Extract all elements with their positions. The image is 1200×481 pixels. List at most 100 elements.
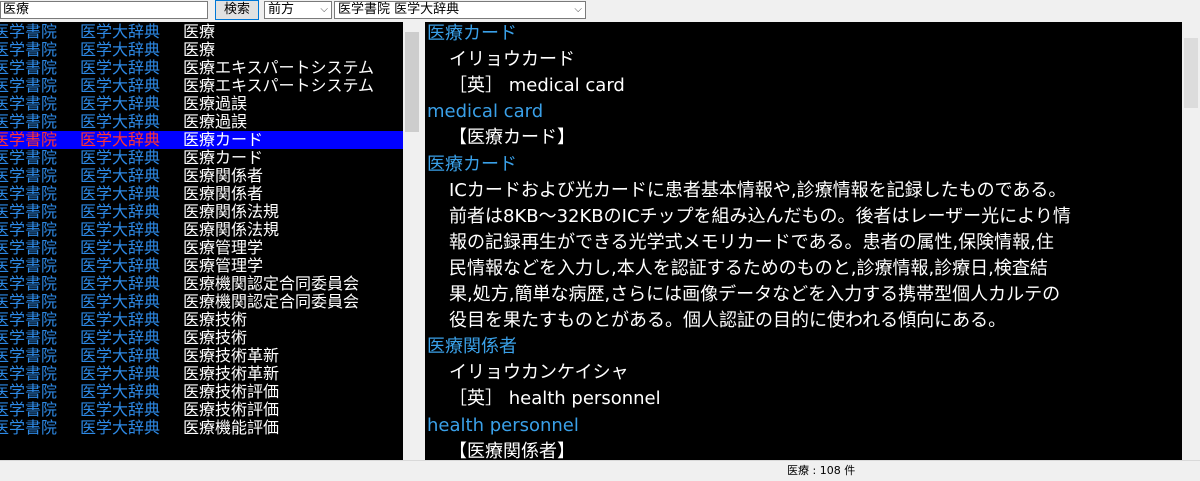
status-bar: 医療 : 108 件	[0, 460, 1200, 481]
dictionary-label: 医学大辞典	[80, 418, 161, 437]
result-count: 医療 : 108 件	[787, 464, 856, 477]
publisher-label: 医学書院	[0, 76, 58, 95]
entry-text: 前者は8KB～32KBのICチップを組み込んだもの。後者はレーザー光により情	[449, 205, 1071, 227]
publisher-label: 医学書院	[0, 238, 58, 257]
list-item[interactable]: 医学書院 医学大辞典 医療過誤	[0, 95, 403, 113]
dictionary-label: 医学大辞典	[80, 40, 161, 59]
term-label: 医療機関認定合同委員会	[183, 274, 360, 293]
publisher-label: 医学書院	[0, 400, 58, 419]
dictionary-label: 医学大辞典	[80, 94, 161, 113]
list-item[interactable]: 医学書院 医学大辞典 医療管理学	[0, 257, 403, 275]
term-label: 医療技術	[183, 310, 248, 329]
list-item[interactable]: 医学書院 医学大辞典 医療カード	[0, 131, 403, 149]
entry-text: 【医療関係者】	[449, 440, 575, 460]
list-item[interactable]: 医学書院 医学大辞典 医療機能評価	[0, 419, 403, 437]
term-label: 医療管理学	[183, 238, 264, 257]
scrollbar-thumb[interactable]	[1184, 38, 1198, 108]
term-label: 医療機関認定合同委員会	[183, 292, 360, 311]
dictionary-label: 医学大辞典	[80, 274, 161, 293]
term-label: 医療エキスパートシステム	[183, 58, 375, 77]
publisher-label: 医学書院	[0, 274, 58, 293]
entry-text: 果,処方,簡単な病歴,さらには画像データなどを入力する携帯型個人カルテの	[449, 284, 1061, 305]
entry-heading: 医療カード	[427, 153, 517, 175]
publisher-label: 医学書院	[0, 382, 58, 401]
publisher-label: 医学書院	[0, 256, 58, 275]
publisher-label: 医学書院	[0, 220, 58, 239]
entry-text: イリョウカンケイシャ	[449, 362, 629, 384]
publisher-label: 医学書院	[0, 310, 58, 329]
entry-text: 民情報などを入力し,本人を認証するためのものと,診療情報,診療日,検査結	[449, 257, 1048, 279]
entry-heading: 医療カード	[427, 23, 517, 44]
term-label: 医療技術評価	[183, 382, 280, 401]
publisher-label: 医学書院	[0, 40, 58, 59]
entry-text: 【医療カード】	[449, 127, 575, 149]
term-label: 医療関係者	[183, 166, 264, 185]
list-item[interactable]: 医学書院 医学大辞典 医療機関認定合同委員会	[0, 293, 403, 311]
match-mode-value: 前方	[268, 2, 295, 17]
match-mode-select[interactable]: 前方 ⌵	[264, 1, 332, 19]
list-item[interactable]: 医学書院 医学大辞典 医療関係法規	[0, 203, 403, 221]
entry-heading: medical card	[427, 101, 544, 123]
dictionary-label: 医学大辞典	[80, 58, 161, 77]
list-item[interactable]: 医学書院 医学大辞典 医療	[0, 23, 403, 41]
search-input[interactable]: 医療	[0, 1, 208, 19]
term-label: 医療管理学	[183, 256, 264, 275]
dictionary-label: 医学大辞典	[80, 310, 161, 329]
entry-scrollbar[interactable]	[1182, 22, 1200, 460]
publisher-label: 医学書院	[0, 364, 58, 383]
list-item[interactable]: 医学書院 医学大辞典 医療カード	[0, 149, 403, 167]
dictionary-label: 医学大辞典	[80, 328, 161, 347]
dictionary-label: 医学大辞典	[80, 400, 161, 419]
entry-text: 報の記録再生ができる光学式メモリカードである。患者の属性,保険情報,住	[449, 231, 1054, 253]
entry-text: 役目を果たすものとがある。個人認証の目的に使われる傾向にある。	[449, 310, 1007, 332]
term-label: 医療過誤	[183, 94, 248, 113]
publisher-label: 医学書院	[0, 148, 58, 167]
chevron-down-icon: ⌵	[320, 4, 328, 15]
term-label: 医療技術革新	[183, 346, 280, 365]
list-item[interactable]: 医学書院 医学大辞典 医療技術	[0, 329, 403, 347]
publisher-label: 医学書院	[0, 184, 58, 203]
term-label: 医療関係者	[183, 184, 264, 203]
list-item[interactable]: 医学書院 医学大辞典 医療過誤	[0, 113, 403, 131]
dictionary-select[interactable]: 医学書院 医学大辞典 ⌵	[334, 1, 586, 19]
list-item[interactable]: 医学書院 医学大辞典 医療技術革新	[0, 365, 403, 383]
dictionary-label: 医学大辞典	[80, 382, 161, 401]
term-label: 医療カード	[183, 130, 264, 149]
dictionary-label: 医学大辞典	[80, 346, 161, 365]
list-item[interactable]: 医学書院 医学大辞典 医療エキスパートシステム	[0, 77, 403, 95]
dictionary-label: 医学大辞典	[80, 238, 161, 257]
term-label: 医療	[183, 40, 216, 59]
list-item[interactable]: 医学書院 医学大辞典 医療機関認定合同委員会	[0, 275, 403, 293]
publisher-label: 医学書院	[0, 202, 58, 221]
dictionary-label: 医学大辞典	[80, 256, 161, 275]
list-item[interactable]: 医学書院 医学大辞典 医療技術評価	[0, 383, 403, 401]
term-label: 医療エキスパートシステム	[183, 76, 375, 95]
dictionary-label: 医学大辞典	[80, 364, 161, 383]
search-button[interactable]: 検索	[215, 0, 259, 20]
dictionary-label: 医学大辞典	[80, 130, 161, 149]
list-item[interactable]: 医学書院 医学大辞典 医療エキスパートシステム	[0, 59, 403, 77]
result-list-scrollbar[interactable]	[403, 22, 421, 460]
dictionary-label: 医学大辞典	[80, 220, 161, 239]
entry-heading: 医療関係者	[427, 336, 517, 358]
publisher-label: 医学書院	[0, 346, 58, 365]
publisher-label: 医学書院	[0, 22, 58, 41]
scrollbar-thumb[interactable]	[405, 32, 419, 132]
publisher-label: 医学書院	[0, 418, 58, 437]
entry-heading: health personnel	[427, 414, 579, 436]
term-label: 医療カード	[183, 148, 264, 167]
dictionary-label: 医学大辞典	[80, 76, 161, 95]
list-item[interactable]: 医学書院 医学大辞典 医療関係法規	[0, 221, 403, 239]
term-label: 医療関係法規	[183, 202, 280, 221]
list-item[interactable]: 医学書院 医学大辞典 医療関係者	[0, 185, 403, 203]
term-label: 医療関係法規	[183, 220, 280, 239]
entry-text: ICカードおよび光カードに患者基本情報や,診療情報を記録したものである。	[449, 179, 1067, 201]
list-item[interactable]: 医学書院 医学大辞典 医療関係者	[0, 167, 403, 185]
entry-text: イリョウカード	[449, 49, 575, 71]
result-list[interactable]: 医学書院 医学大辞典 医療 医学書院 医学大辞典 医療 医学書院 医学大辞典 医療エキスパートシ…	[0, 22, 403, 460]
list-item[interactable]: 医学書院 医学大辞典 医療技術評価	[0, 401, 403, 419]
list-item[interactable]: 医学書院 医学大辞典 医療技術革新	[0, 347, 403, 365]
list-item[interactable]: 医学書院 医学大辞典 医療	[0, 41, 403, 59]
list-item[interactable]: 医学書院 医学大辞典 医療管理学	[0, 239, 403, 257]
list-item[interactable]: 医学書院 医学大辞典 医療技術	[0, 311, 403, 329]
